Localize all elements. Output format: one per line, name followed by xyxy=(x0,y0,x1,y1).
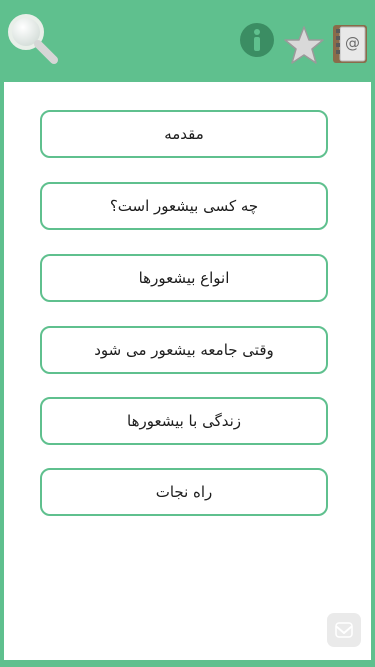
menu-item-who-is-jerk[interactable]: چه کسی بیشعور است؟ xyxy=(40,182,328,230)
main-content: مقدمه چه کسی بیشعور است؟ انواع بیشعورها … xyxy=(4,82,371,660)
search-icon[interactable] xyxy=(4,10,60,66)
menu-item-living-with[interactable]: زندگی با بیشعورها xyxy=(40,397,328,445)
top-toolbar: @ xyxy=(0,0,375,82)
menu-item-society[interactable]: وقتی جامعه بیشعور می شود xyxy=(40,326,328,374)
info-icon[interactable] xyxy=(239,22,275,58)
menu-item-types[interactable]: انواع بیشعورها xyxy=(40,254,328,302)
svg-text:@: @ xyxy=(345,34,360,52)
menu-item-introduction[interactable]: مقدمه xyxy=(40,110,328,158)
menu-item-salvation[interactable]: راه نجات xyxy=(40,468,328,516)
star-icon[interactable] xyxy=(283,25,325,65)
app-switch-icon[interactable] xyxy=(327,613,361,647)
contact-book-icon[interactable]: @ xyxy=(331,23,369,65)
